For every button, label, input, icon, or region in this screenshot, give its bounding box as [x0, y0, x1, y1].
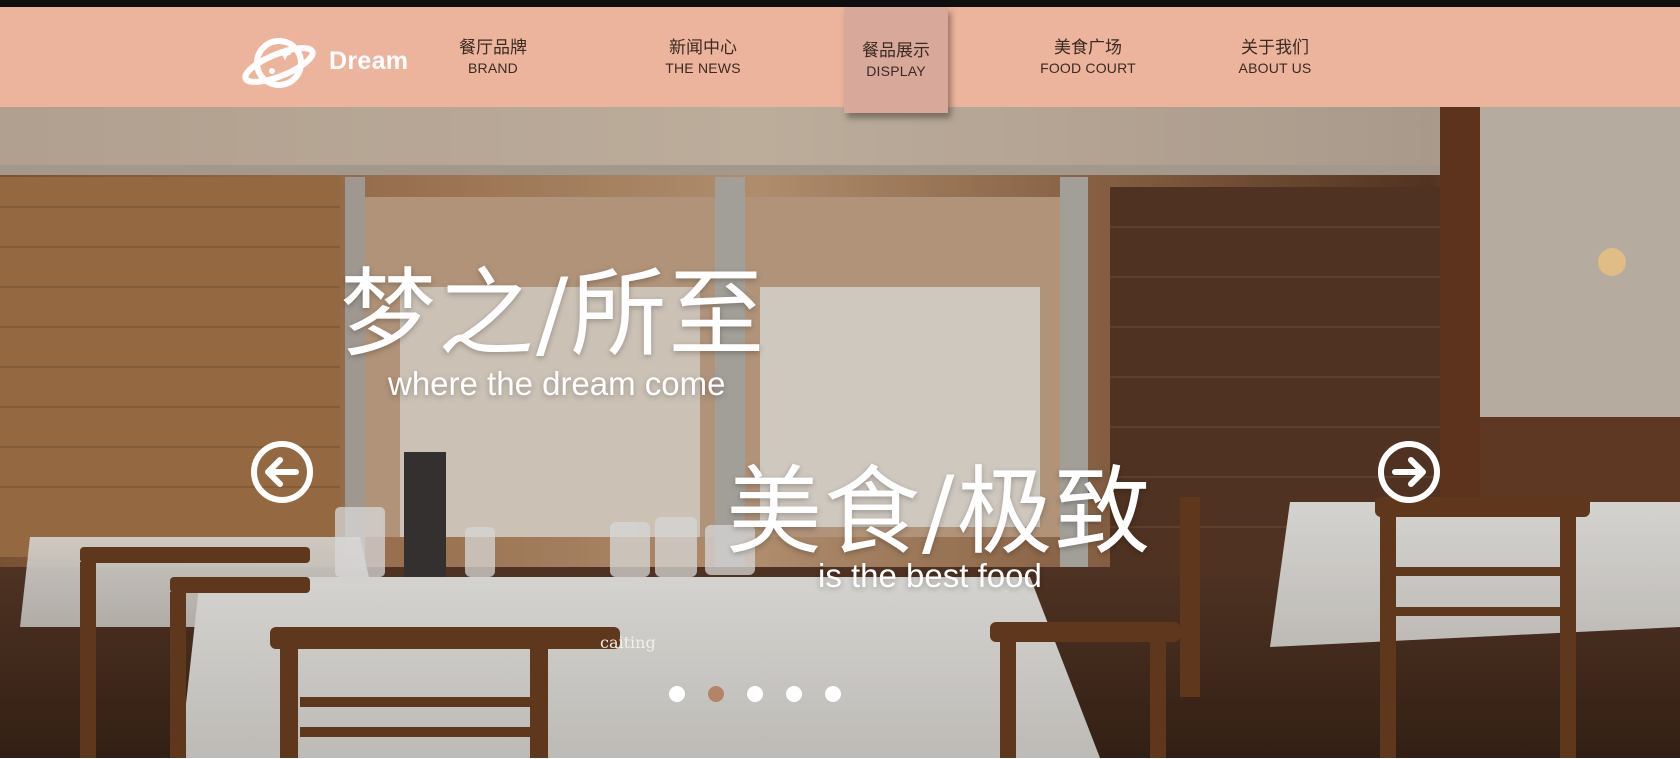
hero-caption: caiting: [600, 633, 656, 652]
nav-label-en: FOOD COURT: [1040, 60, 1136, 76]
nav-label-en: THE NEWS: [665, 60, 741, 76]
carousel-dots: [669, 686, 841, 702]
hero-headline-1: 梦之/所至: [340, 258, 767, 370]
nav-item-food-court[interactable]: 美食广场 FOOD COURT: [1040, 7, 1136, 107]
navbar: Dream 餐厅品牌 BRAND 新闻中心 THE NEWS 餐品展示 DISP…: [0, 7, 1680, 113]
nav-item-about-us[interactable]: 关于我们 ABOUT US: [1232, 7, 1318, 107]
top-border: [0, 0, 1680, 7]
nav-label-zh: 餐品展示: [862, 41, 930, 61]
nav-label-zh: 美食广场: [1054, 38, 1122, 58]
nav-label-zh: 新闻中心: [669, 38, 737, 58]
nav-item-display[interactable]: 餐品展示 DISPLAY: [844, 7, 948, 113]
hero-subline-1: where the dream come: [388, 365, 726, 402]
hero-subline-2: is the best food: [818, 557, 1042, 594]
nav-item-news[interactable]: 新闻中心 THE NEWS: [655, 7, 751, 107]
brand-logo[interactable]: Dream: [239, 33, 408, 89]
hero-headline-2: 美食/极致: [726, 456, 1153, 568]
carousel-dot-4[interactable]: [786, 686, 802, 702]
nav-label-zh: 餐厅品牌: [459, 38, 527, 58]
arrow-right-circle-icon[interactable]: [1377, 440, 1441, 504]
nav-item-brand[interactable]: 餐厅品牌 BRAND: [448, 7, 538, 107]
carousel-dot-5[interactable]: [825, 686, 841, 702]
planet-icon: [239, 31, 319, 91]
nav-label-zh: 关于我们: [1241, 38, 1309, 58]
restaurant-background-image: [0, 107, 1680, 758]
carousel-dot-1[interactable]: [669, 686, 685, 702]
nav-label-en: BRAND: [467, 60, 518, 76]
carousel-dot-3[interactable]: [747, 686, 763, 702]
hero-carousel: 梦之/所至 where the dream come 美食/极致 is the …: [0, 107, 1680, 758]
carousel-dot-2[interactable]: [708, 686, 724, 702]
nav-label-en: DISPLAY: [866, 63, 926, 79]
arrow-left-circle-icon[interactable]: [250, 440, 314, 504]
brand-name: Dream: [329, 46, 409, 75]
nav-label-en: ABOUT US: [1238, 60, 1312, 76]
